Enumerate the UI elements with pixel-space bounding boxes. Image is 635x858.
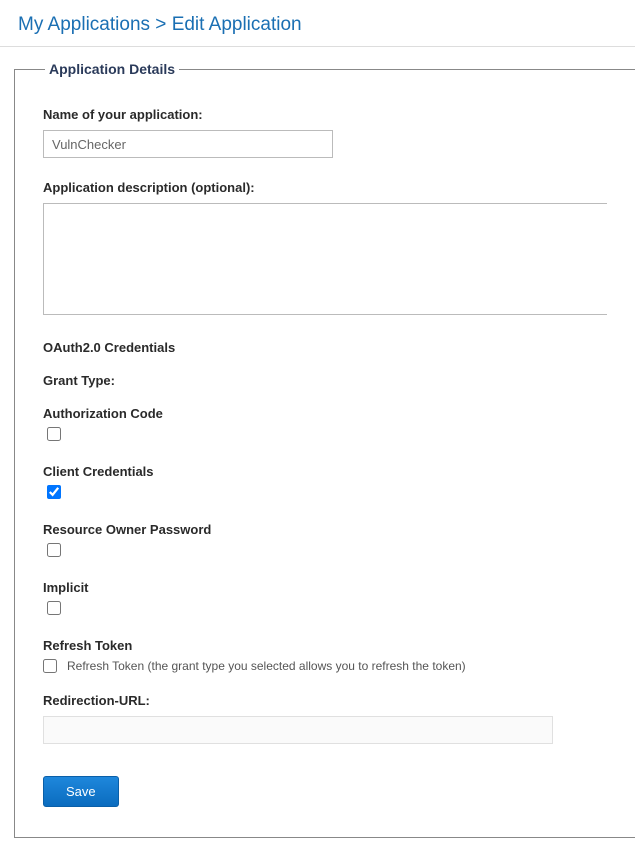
breadcrumb-edit-application[interactable]: Edit Application xyxy=(172,14,302,35)
resource-owner-password-checkbox[interactable] xyxy=(47,543,61,557)
app-description-label: Application description (optional): xyxy=(43,180,607,195)
refresh-token-label: Refresh Token (the grant type you select… xyxy=(67,659,466,673)
authorization-code-label: Authorization Code xyxy=(43,406,607,421)
oauth-credentials-heading: OAuth2.0 Credentials xyxy=(43,340,607,355)
authorization-code-checkbox[interactable] xyxy=(47,427,61,441)
refresh-token-heading: Refresh Token xyxy=(43,638,607,653)
implicit-label: Implicit xyxy=(43,580,607,595)
redirection-url-input[interactable] xyxy=(43,716,553,744)
client-credentials-label: Client Credentials xyxy=(43,464,607,479)
resource-owner-password-label: Resource Owner Password xyxy=(43,522,607,537)
save-button[interactable]: Save xyxy=(43,776,119,807)
fieldset-legend: Application Details xyxy=(45,61,179,77)
breadcrumb-separator: > xyxy=(155,14,166,35)
breadcrumb: My Applications > Edit Application xyxy=(0,0,635,47)
app-name-label: Name of your application: xyxy=(43,107,607,122)
redirection-url-label: Redirection-URL: xyxy=(43,693,607,708)
grant-type-label: Grant Type: xyxy=(43,373,607,388)
client-credentials-checkbox[interactable] xyxy=(47,485,61,499)
refresh-token-checkbox[interactable] xyxy=(43,659,57,673)
app-description-input[interactable] xyxy=(43,203,607,315)
app-name-input[interactable] xyxy=(43,130,333,158)
application-details-fieldset: Application Details Name of your applica… xyxy=(14,61,635,838)
breadcrumb-my-applications[interactable]: My Applications xyxy=(18,14,150,35)
implicit-checkbox[interactable] xyxy=(47,601,61,615)
